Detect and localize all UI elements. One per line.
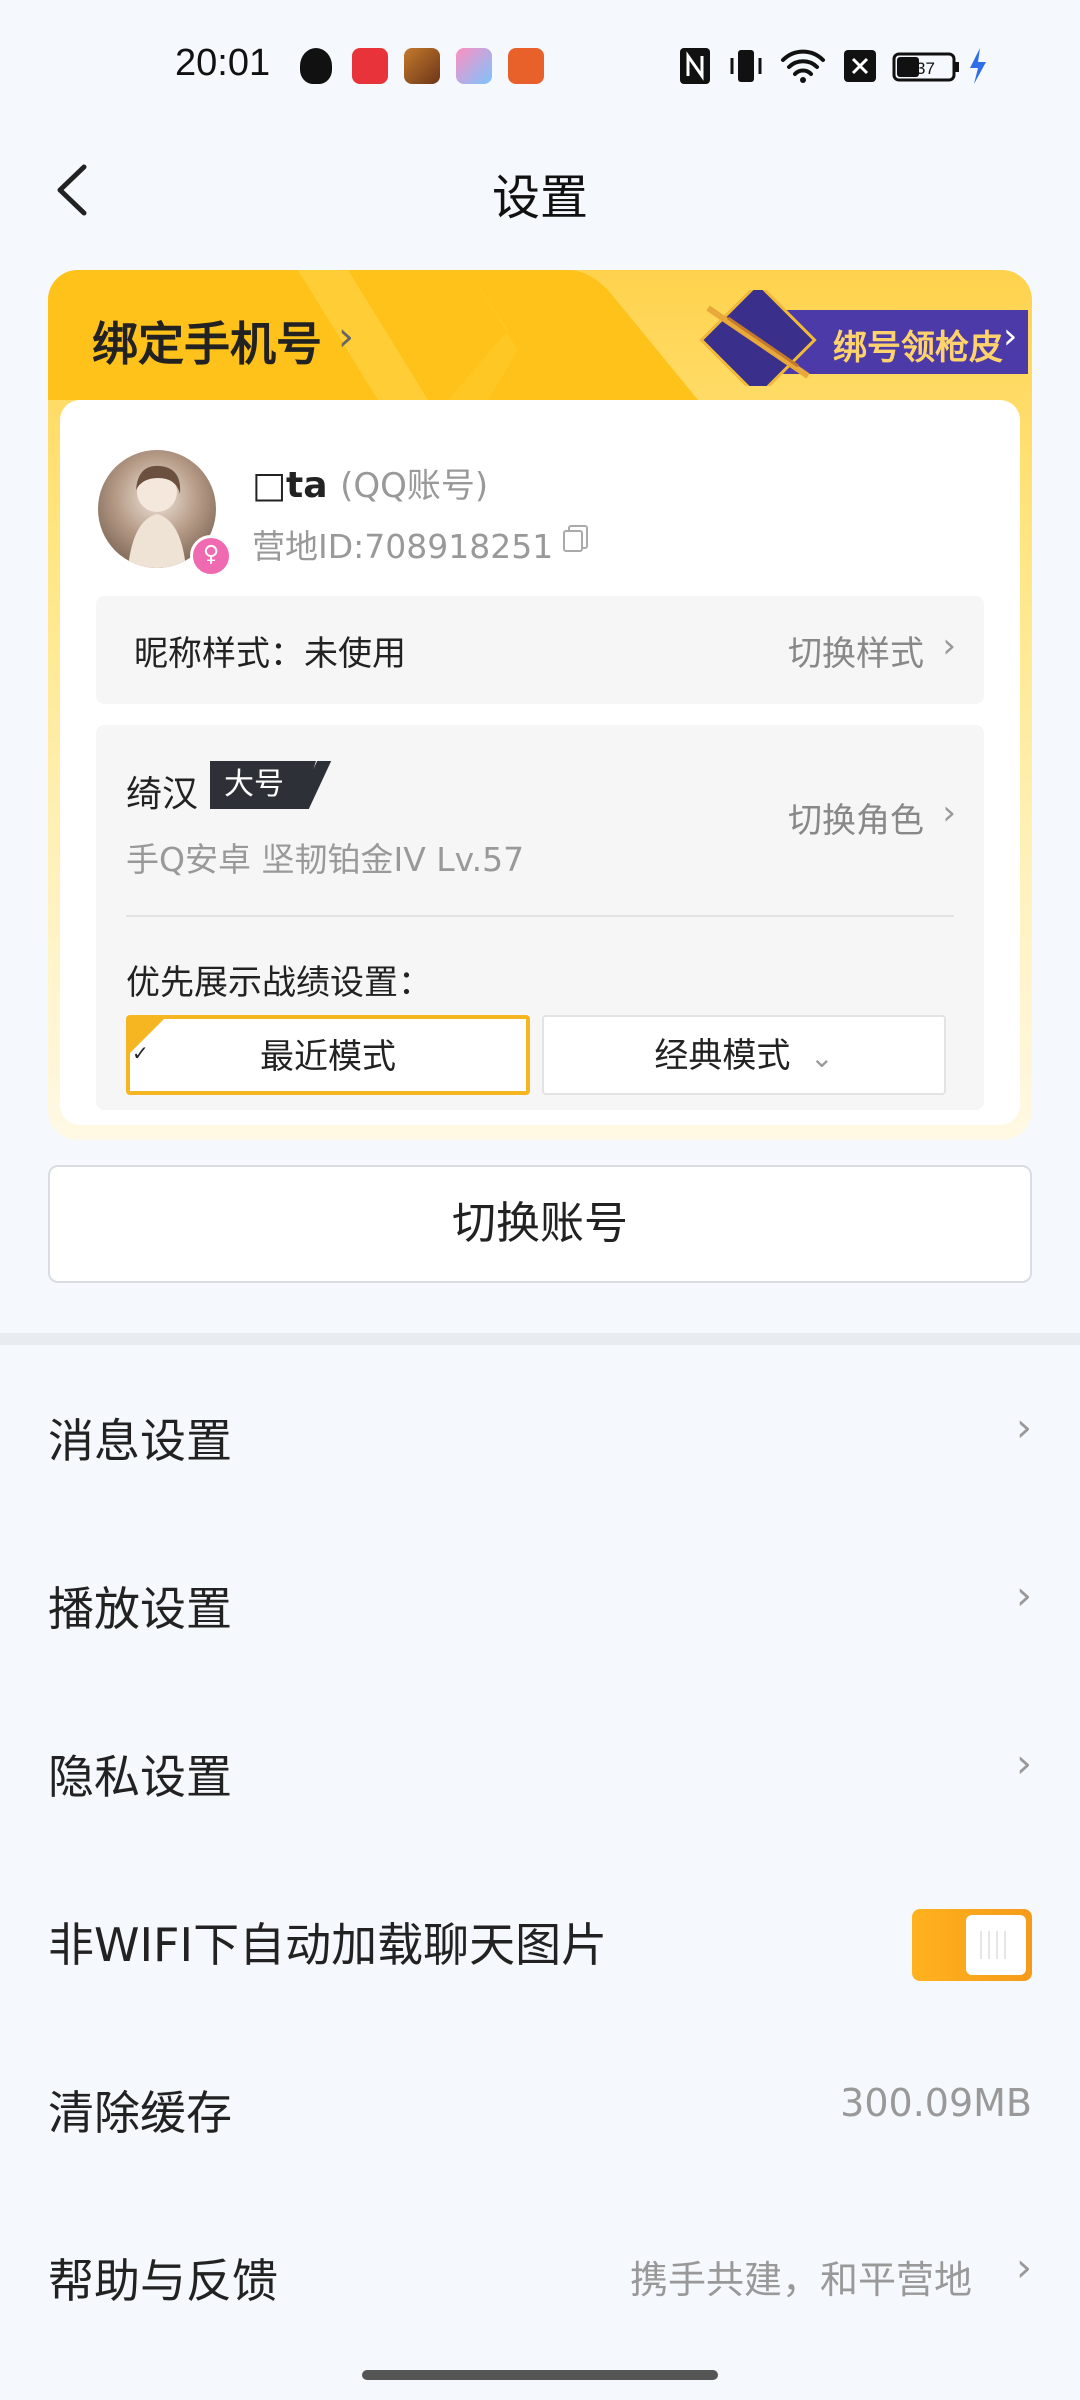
- switch-role-link[interactable]: 切换角色: [788, 793, 924, 842]
- chevron-right-icon: ›: [942, 793, 956, 833]
- record-pref-label: 优先展示战绩设置：: [126, 963, 432, 1003]
- clear-cache-label: 清除缓存: [48, 2086, 232, 2140]
- chevron-right-icon: ›: [1016, 1741, 1032, 1787]
- vibrate-icon: [730, 50, 762, 82]
- chevron-right-icon: ›: [942, 626, 956, 666]
- chevron-right-icon: ›: [1016, 1573, 1032, 1619]
- status-time: 20:01: [175, 42, 271, 84]
- help-feedback-label: 帮助与反馈: [48, 2254, 278, 2308]
- promo-chevron-icon: ›: [1003, 316, 1018, 357]
- charging-icon: [970, 48, 986, 84]
- female-icon: ♀: [190, 535, 232, 577]
- playback-settings-row[interactable]: 播放设置 ›: [48, 1545, 1032, 1655]
- auto-load-images-label: 非WIFI下自动加载聊天图片: [48, 1918, 608, 1972]
- battery-icon: 37: [892, 52, 959, 82]
- switch-account-button[interactable]: 切换账号: [48, 1165, 1032, 1283]
- cf-game-icon: [508, 48, 544, 84]
- message-settings-row[interactable]: 消息设置 ›: [48, 1377, 1032, 1487]
- bind-phone-chevron-icon: ›: [338, 314, 354, 360]
- account-card: 绑定手机号 › 绑号领枪皮 › ♀ □ta (QQ账号) 营地ID:708918…: [48, 270, 1032, 1140]
- classic-mode-label: 经典模式: [654, 1036, 791, 1076]
- user-name: □ta (QQ账号): [252, 458, 488, 507]
- home-indicator[interactable]: [362, 2370, 718, 2380]
- account-type: (QQ账号): [340, 466, 489, 506]
- header: 设置: [0, 130, 1080, 250]
- chevron-down-icon: ⌄: [801, 1041, 834, 1074]
- nickname-style-label: 昵称样式：未使用: [134, 634, 406, 674]
- help-feedback-row[interactable]: 帮助与反馈 携手共建，和平营地 ›: [48, 2217, 1032, 2327]
- recent-mode-label: 最近模式: [260, 1037, 396, 1077]
- nfc-icon: [680, 48, 710, 84]
- bind-reward-badge[interactable]: 绑号领枪皮 ›: [688, 290, 1028, 386]
- privacy-settings-row[interactable]: 隐私设置 ›: [48, 1713, 1032, 1823]
- puzzle-icon: [456, 48, 492, 84]
- chevron-right-icon: ›: [1016, 2245, 1032, 2291]
- switch-style-link[interactable]: 切换样式: [788, 626, 924, 675]
- account-card-body: ♀ □ta (QQ账号) 营地ID:708918251 昵称样式：未使用 切换样…: [60, 400, 1020, 1125]
- toggle-knob: [966, 1915, 1026, 1975]
- message-settings-label: 消息设置: [48, 1414, 232, 1468]
- close-box-icon: [844, 50, 876, 82]
- user-name-text: □ta: [252, 465, 328, 506]
- camp-id: 营地ID:708918251: [252, 527, 554, 566]
- role-name: 绮汉: [126, 774, 199, 815]
- check-icon: ✓: [132, 1041, 149, 1065]
- recent-mode-button[interactable]: ✓ 最近模式: [126, 1015, 530, 1095]
- chevron-right-icon: ›: [1016, 1405, 1032, 1451]
- copy-icon[interactable]: [560, 522, 592, 554]
- wifi-icon: [781, 49, 825, 83]
- shield-icon: [300, 48, 332, 84]
- nickname-style-row[interactable]: 昵称样式：未使用 切换样式 ›: [96, 596, 984, 704]
- role-box: 绮汉 大号 手Q安卓 坚韧铂金IV Lv.57 切换角色 › 优先展示战绩设置：…: [96, 725, 984, 1110]
- classic-mode-button[interactable]: 经典模式 ⌄: [542, 1015, 946, 1095]
- bind-phone-link[interactable]: 绑定手机号: [92, 308, 322, 374]
- music-icon: [352, 48, 388, 84]
- card-top-band: 绑定手机号 › 绑号领枪皮 ›: [48, 270, 1032, 400]
- promo-label: 绑号领枪皮: [833, 328, 1003, 368]
- role-detail: 手Q安卓 坚韧铂金IV Lv.57: [126, 840, 525, 879]
- cache-size: 300.09MB: [840, 2081, 1032, 2125]
- privacy-settings-label: 隐私设置: [48, 1750, 232, 1804]
- page-title: 设置: [491, 170, 588, 226]
- battery-level: 37: [916, 59, 935, 78]
- status-bar: 20:01 37: [0, 0, 1080, 130]
- section-divider: [0, 1333, 1080, 1345]
- help-feedback-slogan: 携手共建，和平营地: [629, 2258, 972, 2302]
- clear-cache-row[interactable]: 清除缓存 300.09MB: [48, 2049, 1032, 2159]
- game-avatar-icon: [404, 48, 440, 84]
- auto-load-images-row: 非WIFI下自动加载聊天图片: [48, 1881, 1032, 1991]
- divider: [126, 915, 954, 917]
- auto-load-images-toggle[interactable]: [912, 1909, 1032, 1981]
- playback-settings-label: 播放设置: [48, 1582, 232, 1636]
